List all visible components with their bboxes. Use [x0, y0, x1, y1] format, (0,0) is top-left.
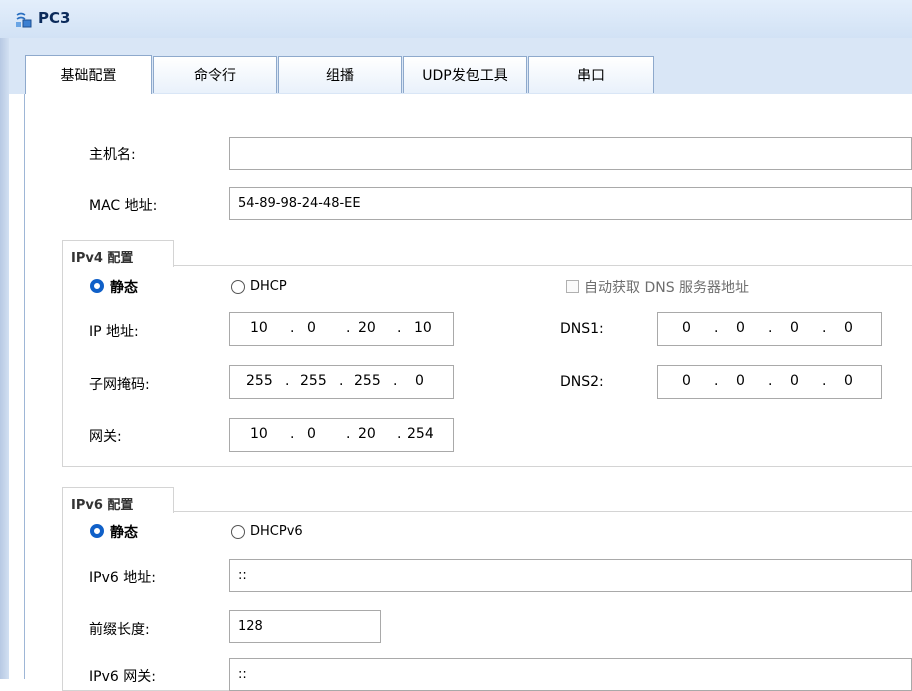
dot: .	[714, 320, 719, 336]
ip-octet: 20	[358, 320, 376, 336]
ipv6-gateway-label: IPv6 网关:	[89, 669, 156, 685]
window-left-border	[0, 38, 9, 679]
dns2-octet: 0	[682, 373, 691, 389]
dot: .	[339, 373, 344, 389]
dns2-octet: 0	[790, 373, 799, 389]
dns2-label: DNS2:	[560, 374, 604, 390]
ipv4-dhcp-radio[interactable]	[231, 280, 245, 294]
dot: .	[822, 373, 827, 389]
ipv6-static-radio[interactable]	[90, 524, 104, 538]
prefix-label: 前缀长度:	[89, 622, 150, 638]
tab-basic-config[interactable]: 基础配置	[25, 55, 152, 94]
dot: .	[346, 426, 351, 442]
ipv4-dhcp-label: DHCP	[250, 279, 287, 294]
tab-label: UDP发包工具	[422, 68, 508, 84]
dot: .	[822, 320, 827, 336]
gateway-octet: 10	[250, 426, 268, 442]
dot: .	[290, 320, 295, 336]
subnet-mask-input[interactable]: 255 . 255 . 255 . 0	[229, 365, 454, 399]
tab-label: 组播	[326, 68, 354, 84]
gateway-octet: 0	[307, 426, 316, 442]
tab-serial-port[interactable]: 串口	[528, 56, 654, 93]
mask-octet: 0	[415, 373, 424, 389]
ipv6-static-label: 静态	[110, 525, 138, 541]
mask-octet: 255	[354, 373, 381, 389]
tab-label: 命令行	[194, 68, 236, 84]
dns1-octet: 0	[844, 320, 853, 336]
tab-udp-tool[interactable]: UDP发包工具	[403, 56, 527, 93]
title-bar	[0, 0, 912, 38]
tab-label: 基础配置	[60, 68, 117, 84]
ip-address-input[interactable]: 10 . 0 . 20 . 10	[229, 312, 454, 346]
auto-dns-label: 自动获取 DNS 服务器地址	[584, 280, 750, 296]
ipv4-static-radio[interactable]	[90, 279, 104, 293]
dot: .	[768, 373, 773, 389]
tab-multicast[interactable]: 组播	[278, 56, 402, 93]
dns2-input[interactable]: 0 . 0 . 0 . 0	[657, 365, 882, 399]
dns1-octet: 0	[682, 320, 691, 336]
auto-dns-checkbox[interactable]	[566, 280, 579, 293]
prefix-length-input[interactable]: 128	[229, 610, 381, 643]
hostname-input[interactable]	[229, 137, 912, 170]
mac-label: MAC 地址:	[89, 198, 158, 214]
mask-label: 子网掩码:	[89, 377, 150, 393]
dns1-input[interactable]: 0 . 0 . 0 . 0	[657, 312, 882, 346]
ipv6-gateway-input[interactable]: ::	[229, 658, 912, 691]
dns2-octet: 0	[844, 373, 853, 389]
dns1-label: DNS1:	[560, 321, 604, 337]
ipv4-section-title: IPv4 配置	[62, 240, 174, 267]
dot: .	[768, 320, 773, 336]
hostname-label: 主机名:	[89, 147, 136, 163]
ip-octet: 0	[307, 320, 316, 336]
ipv6-dhcp-label: DHCPv6	[250, 524, 303, 539]
ipv4-static-label: 静态	[110, 280, 138, 296]
ipv6-section-title: IPv6 配置	[62, 487, 174, 513]
gateway-octet: 20	[358, 426, 376, 442]
ipv6-addr-label: IPv6 地址:	[89, 570, 156, 586]
tab-command-line[interactable]: 命令行	[153, 56, 277, 93]
ip-label: IP 地址:	[89, 324, 139, 340]
gateway-label: 网关:	[89, 429, 122, 445]
mask-octet: 255	[300, 373, 327, 389]
dot: .	[397, 320, 402, 336]
network-pc-icon	[16, 12, 32, 28]
gateway-octet: 254	[407, 426, 434, 442]
ipv6-dhcp-radio[interactable]	[231, 525, 245, 539]
dot: .	[290, 426, 295, 442]
dot: .	[346, 320, 351, 336]
dns1-octet: 0	[790, 320, 799, 336]
dot: .	[393, 373, 398, 389]
ip-octet: 10	[250, 320, 268, 336]
ipv6-addr-input[interactable]: ::	[229, 559, 912, 592]
mac-input[interactable]: 54-89-98-24-48-EE	[229, 187, 912, 220]
gateway-input[interactable]: 10 . 0 . 20 . 254	[229, 418, 454, 452]
dns1-octet: 0	[736, 320, 745, 336]
tab-label: 串口	[577, 68, 605, 84]
dns2-octet: 0	[736, 373, 745, 389]
mask-octet: 255	[246, 373, 273, 389]
window-title: PC3	[38, 9, 71, 27]
ip-octet: 10	[414, 320, 432, 336]
dot: .	[714, 373, 719, 389]
dot: .	[285, 373, 290, 389]
dot: .	[397, 426, 402, 442]
